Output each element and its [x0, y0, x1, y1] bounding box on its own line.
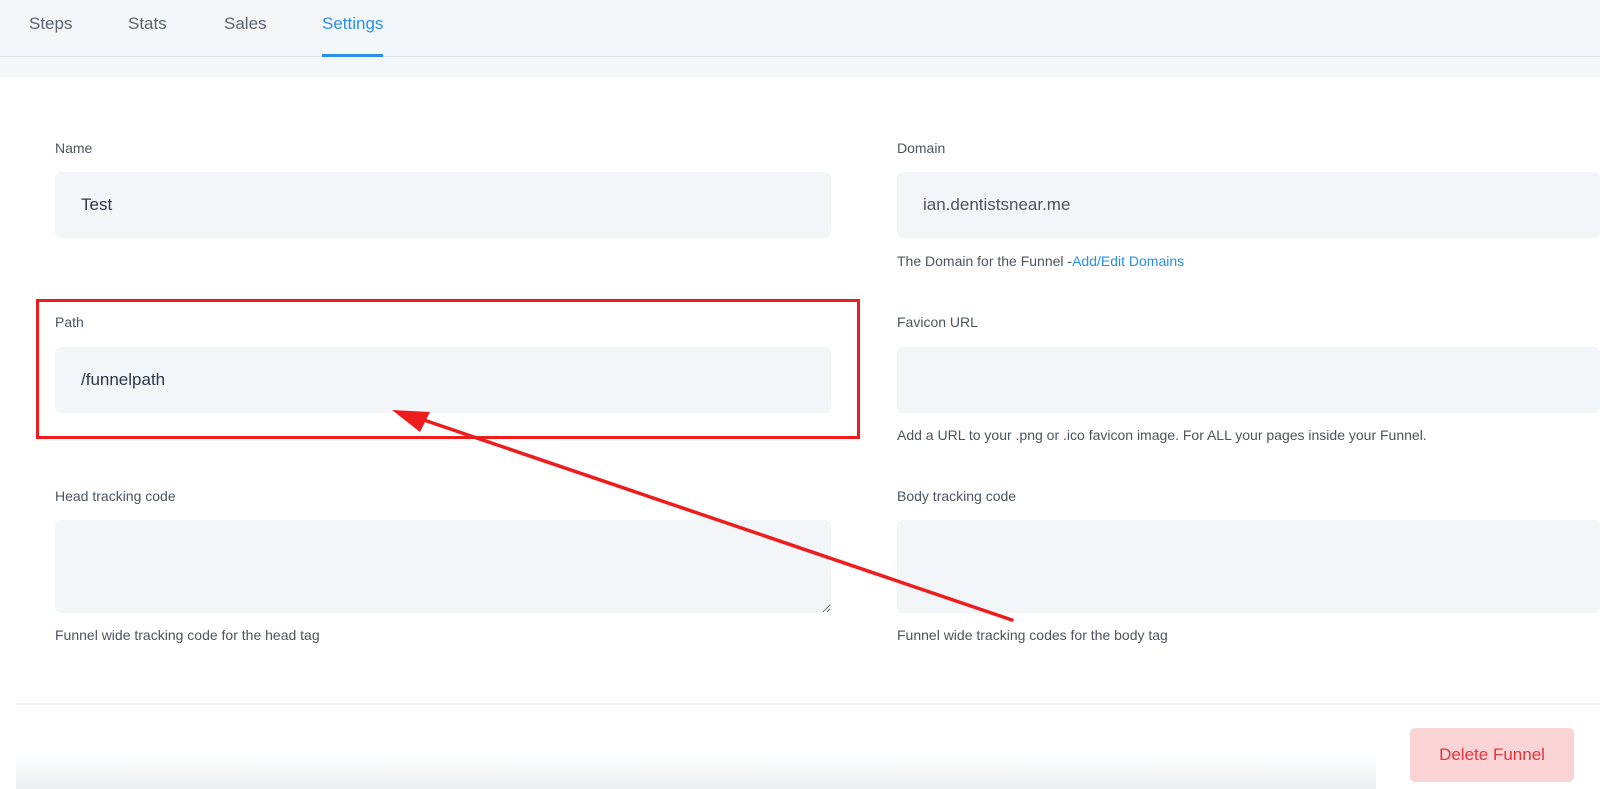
header-band — [0, 57, 1600, 77]
head-tracking-help: Funnel wide tracking code for the head t… — [55, 627, 320, 643]
body-tracking-textarea[interactable] — [897, 520, 1600, 613]
tab-settings[interactable]: Settings — [322, 0, 384, 57]
domain-help-text: The Domain for the Funnel - — [897, 253, 1073, 269]
path-label: Path — [55, 314, 84, 330]
add-edit-domains-link[interactable]: Add/Edit Domains — [1072, 253, 1184, 269]
footer-shadow — [16, 752, 1376, 789]
name-input[interactable] — [55, 172, 831, 238]
tab-label: Stats — [128, 14, 167, 33]
body-tracking-help: Funnel wide tracking codes for the body … — [897, 627, 1168, 643]
favicon-label: Favicon URL — [897, 314, 978, 330]
tab-label: Steps — [29, 14, 73, 33]
body-tracking-label: Body tracking code — [897, 488, 1017, 504]
path-input[interactable] — [55, 347, 831, 413]
favicon-url-input[interactable] — [897, 347, 1600, 413]
delete-funnel-button[interactable]: Delete Funnel — [1410, 728, 1574, 782]
tab-sales[interactable]: Sales — [224, 0, 267, 56]
tab-bar: Steps Stats Sales Settings — [0, 0, 1600, 57]
head-tracking-label: Head tracking code — [55, 488, 176, 504]
name-label: Name — [55, 140, 93, 156]
annotation-arrow-head — [392, 410, 430, 432]
tab-label: Settings — [322, 14, 384, 33]
domain-select[interactable] — [897, 172, 1600, 238]
domain-label: Domain — [897, 140, 946, 156]
tab-stats[interactable]: Stats — [128, 0, 167, 56]
domain-help: The Domain for the Funnel -Add/Edit Doma… — [897, 253, 1184, 269]
head-tracking-textarea[interactable] — [55, 520, 831, 613]
tab-steps[interactable]: Steps — [29, 0, 72, 56]
favicon-help: Add a URL to your .png or .ico favicon i… — [897, 427, 1427, 443]
tab-label: Sales — [224, 14, 267, 33]
footer-divider — [16, 703, 1600, 705]
